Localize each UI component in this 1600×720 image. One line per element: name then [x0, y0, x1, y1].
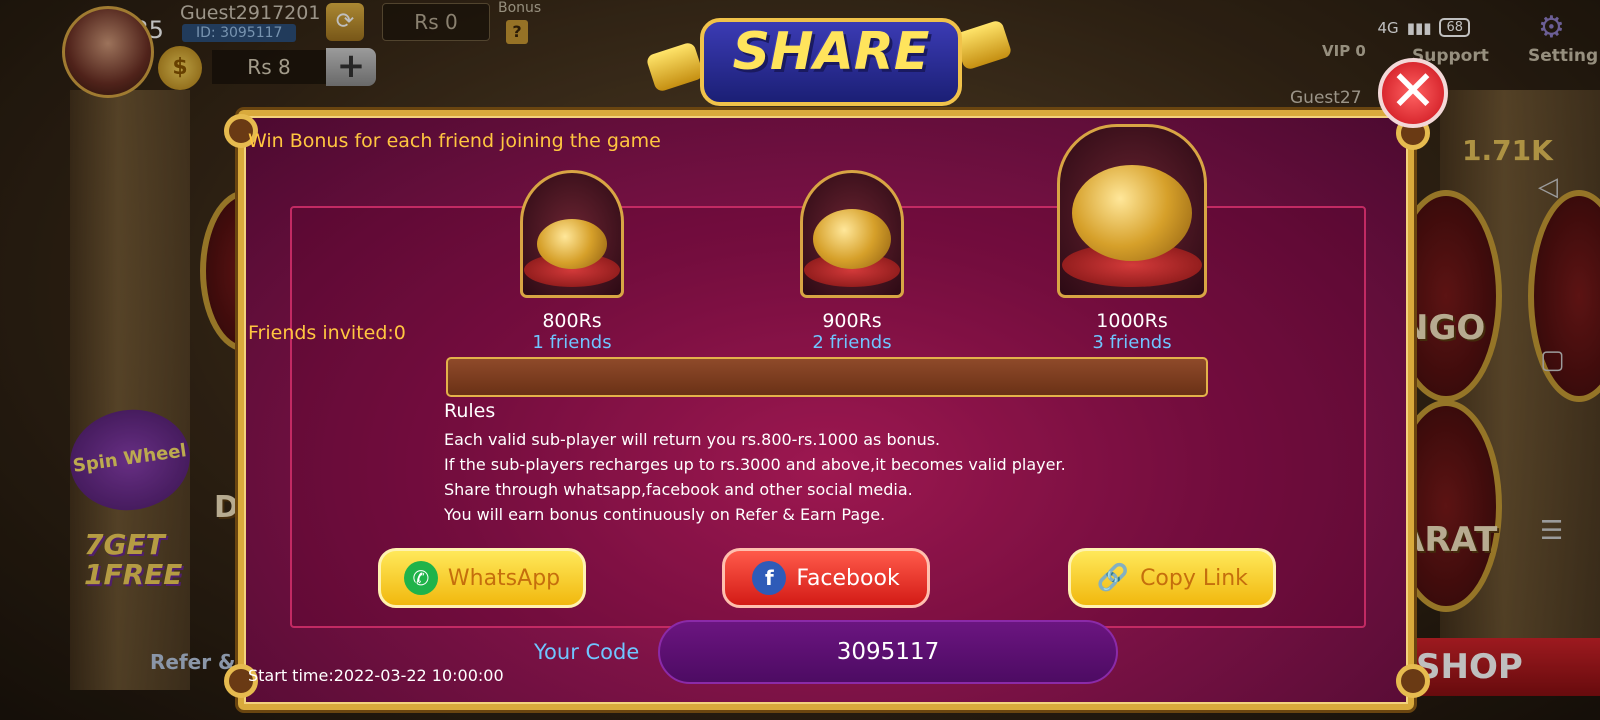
treasure-arch-icon [520, 170, 624, 298]
tier-friends: 2 friends [812, 332, 892, 353]
referral-code-field[interactable]: 3095117 [658, 620, 1118, 684]
coins-icon [537, 219, 607, 269]
reward-tier-3: 1000Rs 3 friends [1032, 124, 1232, 353]
rule-line: Each valid sub-player will return you rs… [444, 430, 941, 449]
copy-link-button-label: Copy Link [1140, 565, 1248, 591]
tier-amount: 1000Rs [1096, 310, 1168, 332]
whatsapp-button-label: WhatsApp [447, 565, 561, 591]
tier-friends: 1 friends [532, 332, 612, 353]
facebook-share-button[interactable]: f Facebook [722, 548, 930, 608]
whatsapp-icon: ✆ [403, 561, 438, 595]
facebook-icon: f [752, 561, 787, 595]
tier-amount: 900Rs [822, 310, 882, 332]
coins-icon [1072, 165, 1192, 261]
friends-invited-count: Friends invited:0 [248, 322, 406, 344]
tier-friends: 3 friends [1092, 332, 1172, 353]
facebook-button-label: Facebook [796, 565, 900, 591]
reward-tier-1: 800Rs 1 friends [492, 170, 652, 353]
reward-tier-2: 900Rs 2 friends [772, 170, 932, 353]
whatsapp-share-button[interactable]: ✆ WhatsApp [378, 548, 586, 608]
rules-title: Rules [444, 400, 496, 422]
coins-icon [813, 209, 891, 269]
bonus-headline: Win Bonus for each friend joining the ga… [248, 130, 661, 152]
start-time: Start time:2022-03-22 10:00:00 [248, 666, 504, 685]
dialog-title: SHARE [732, 22, 930, 82]
rule-line: You will earn bonus continuously on Refe… [444, 505, 886, 524]
copy-link-button[interactable]: 🔗 Copy Link [1068, 548, 1276, 608]
link-icon: 🔗 [1096, 563, 1130, 593]
panel-corner-ornament [1396, 664, 1430, 698]
your-code-label: Your Code [534, 640, 640, 664]
tier-amount: 800Rs [542, 310, 602, 332]
invite-progress-bar [446, 357, 1208, 397]
treasure-arch-icon [800, 170, 904, 298]
close-button[interactable]: ✕ [1378, 58, 1448, 128]
rule-line: Share through whatsapp,facebook and othe… [444, 480, 913, 499]
rule-line: If the sub-players recharges up to rs.30… [444, 455, 1066, 474]
treasure-arch-icon [1057, 124, 1207, 298]
